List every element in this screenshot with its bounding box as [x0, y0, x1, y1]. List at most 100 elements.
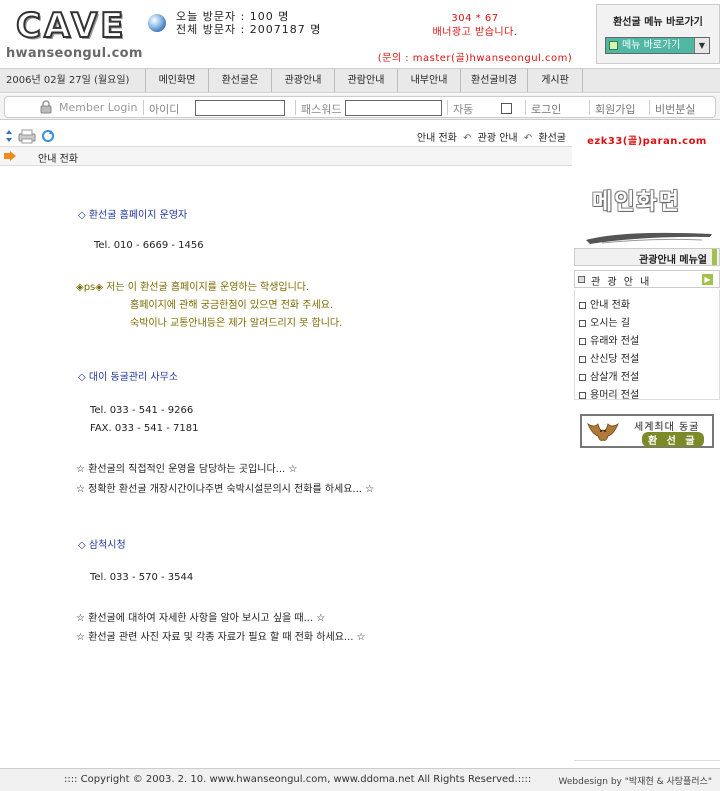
chevron-down-icon[interactable]: ▼ — [694, 38, 709, 53]
menu-square-icon — [609, 41, 618, 50]
total-visitors-label: 전체 방문자 : — [176, 23, 250, 36]
sidebar-item-guide-phone[interactable]: 안내 전화 — [579, 296, 630, 311]
menu-shortcut-select[interactable]: 메뉴 바로가기 ▼ — [605, 37, 710, 54]
member-login-label: Member Login — [59, 101, 138, 114]
webdesign-credit: Webdesign by "박재현 & 사탕플러스" — [558, 777, 713, 787]
print-icon[interactable] — [18, 129, 36, 144]
sort-icon[interactable] — [6, 130, 12, 142]
banner-text: 배너광고 받습니다. — [432, 27, 518, 38]
go-arrow-icon[interactable]: ▶ — [702, 274, 713, 285]
main-content: ◇ 환선굴 홈페이지 운영자 Tel. 010 - 6669 - 1456 ◈p… — [0, 168, 572, 768]
bat-icon — [587, 422, 619, 441]
nav-item-board[interactable]: 게시판 — [528, 69, 583, 92]
menu-shortcut-title: 환선굴 메뉴 바로가기 — [613, 17, 703, 28]
section-cave-office-title: ◇ 대이 동굴관리 사무소 — [78, 372, 179, 383]
visitor-counter: 오늘 방문자 : 100 명 전체 방문자 : 2007187 명 — [176, 10, 321, 36]
divider — [295, 100, 296, 115]
sidebar-item-dog-legend[interactable]: 삼살개 전설 — [579, 368, 639, 383]
back-arrow-icon: ↶ — [463, 133, 472, 144]
divider — [143, 100, 144, 115]
cave-office-note-1: ☆ 환선굴의 직접적인 운영을 담당하는 곳입니다... ☆ — [76, 464, 298, 475]
sidebar-item-dragon-legend[interactable]: 용머리 전설 — [579, 386, 639, 401]
nav-item-tour-info[interactable]: 관광안내 — [272, 69, 335, 92]
sidebar-item-shrine-legend[interactable]: 산신당 전설 — [579, 350, 639, 365]
cave-office-tel: Tel. 033 - 541 - 9266 — [90, 405, 194, 416]
tour-section-title: 관 광 안 내 — [591, 277, 652, 288]
banner-ad[interactable]: 304 * 67 배너광고 받습니다. (문의 : master(골)hwans… — [360, 12, 590, 66]
checkbox-bullet-icon — [579, 338, 586, 345]
main-nav: 2006년 02월 27일 (월요일) 메인화면 환선굴은 관광안내 관람안내 … — [0, 68, 720, 93]
join-button[interactable]: 회원가입 — [595, 101, 635, 117]
nav-item-visit-info[interactable]: 관람안내 — [335, 69, 398, 92]
find-password-button[interactable]: 비번분실 — [655, 101, 695, 117]
section-city-hall-title: ◇ 삼척시청 — [78, 540, 126, 551]
breadcrumb: 안내 전화 ↶ 관광 안내 ↶ 환선굴 — [417, 129, 566, 144]
breadcrumb-root[interactable]: 환선굴 — [538, 133, 566, 144]
ps-line-3: 숙박이나 교통안내등은 제가 알려드리지 못 합니다. — [130, 318, 343, 329]
main-screen-heading[interactable]: 메인화면 — [592, 184, 681, 216]
cave-name-badge: 환 선 굴 — [642, 432, 704, 447]
lock-icon — [40, 100, 52, 114]
arrow-right-icon — [4, 151, 16, 161]
login-bar-inner: Member Login 아이디 패스워드 자동 로그인 회원가입 비번분실 — [4, 96, 716, 118]
divider — [589, 100, 590, 115]
tool-icons — [6, 129, 54, 144]
sidebar-item-directions[interactable]: 오시는 길 — [579, 314, 630, 329]
checkbox-bullet-icon — [579, 374, 586, 381]
tour-section-header[interactable]: 관 광 안 내 ▶ — [574, 270, 720, 288]
divider — [574, 760, 720, 761]
nav-item-inside-info[interactable]: 내부안내 — [398, 69, 461, 92]
tour-menu-header: 관광안내 메뉴얼 — [574, 248, 720, 266]
accent-bar — [712, 249, 717, 265]
id-label: 아이디 — [149, 103, 180, 116]
largest-cave-banner[interactable]: 세계최대 동굴 환 선 굴 — [580, 414, 714, 448]
divider — [447, 100, 448, 115]
breadcrumb-parent[interactable]: 관광 안내 — [478, 133, 518, 144]
city-hall-note-1: ☆ 환선굴에 대하여 자세한 사항을 알아 보시고 싶을 때... ☆ — [76, 613, 326, 624]
nav-item-scenery[interactable]: 환선굴비경 — [461, 69, 528, 92]
refresh-icon[interactable] — [42, 130, 54, 142]
current-date: 2006년 02월 27일 (월요일) — [0, 69, 146, 92]
page-title-bar: 안내 전화 — [0, 146, 572, 166]
auto-login-checkbox[interactable] — [501, 103, 512, 114]
cave-office-note-2: ☆ 정확한 환선굴 개장시간이나주변 숙박시설문의시 전화를 하세요... ☆ — [76, 484, 375, 495]
cave-office-fax: FAX. 033 - 541 - 7181 — [90, 423, 199, 434]
copyright-text: :::: Copyright © 2003. 2. 10. www.hwanse… — [64, 774, 532, 785]
login-bar: Member Login 아이디 패스워드 자동 로그인 회원가입 비번분실 — [0, 94, 720, 120]
breadcrumb-current: 안내 전화 — [416, 133, 457, 144]
section-operator-title: ◇ 환선굴 홈페이지 운영자 — [78, 210, 188, 221]
nav-item-main[interactable]: 메인화면 — [146, 69, 209, 92]
banner-contact: (문의 : master(골)hwanseongul.com) — [377, 53, 573, 64]
ps-line-1: ◈ps◈ 저는 이 환선굴 홈페이지를 운영하는 학생입니다. — [76, 282, 310, 293]
divider — [525, 100, 526, 115]
total-visitors-value: 2007187 명 — [249, 23, 322, 36]
ps-line-2: 홈페이지에 관해 궁금한점이 있으면 전화 주세요. — [130, 300, 334, 311]
site-logo[interactable]: CAVE hwanseongul.com — [6, 5, 143, 64]
menu-shortcut-box: 환선굴 메뉴 바로가기 메뉴 바로가기 ▼ — [596, 4, 720, 64]
divider — [649, 100, 650, 115]
checkbox-bullet-icon — [579, 392, 586, 399]
id-input[interactable] — [195, 100, 285, 116]
nav-item-about[interactable]: 환선굴은 — [209, 69, 272, 92]
header: CAVE hwanseongul.com 오늘 방문자 : 100 명 전체 방… — [0, 0, 720, 68]
brush-stroke-decoration — [586, 232, 712, 244]
checkbox-bullet-icon — [579, 356, 586, 363]
sidebar: ezk33(골)paran.com 메인화면 관광안내 메뉴얼 관 광 안 내 … — [574, 124, 720, 764]
password-label: 패스워드 — [301, 103, 342, 116]
logo-domain: hwanseongul.com — [6, 46, 143, 61]
sidebar-item-origin-legend[interactable]: 유래와 전설 — [579, 332, 639, 347]
checkbox-bullet-icon — [579, 320, 586, 327]
banner-size: 304 * 67 — [451, 13, 499, 24]
city-hall-tel: Tel. 033 - 570 - 3544 — [90, 572, 194, 583]
page-title: 안내 전화 — [38, 154, 78, 165]
back-arrow-icon: ↶ — [523, 133, 533, 144]
square-bullet-icon — [578, 276, 585, 283]
today-visitors-value: 100 명 — [249, 10, 290, 23]
largest-cave-text: 세계최대 동굴 — [634, 422, 700, 433]
password-input[interactable] — [345, 100, 442, 116]
sidebar-email[interactable]: ezk33(골)paran.com — [574, 132, 720, 147]
auto-login-label: 자동 — [453, 103, 474, 116]
footer: :::: Copyright © 2003. 2. 10. www.hwanse… — [0, 768, 720, 791]
login-button[interactable]: 로그인 — [531, 101, 561, 117]
checkbox-bullet-icon — [579, 302, 586, 309]
